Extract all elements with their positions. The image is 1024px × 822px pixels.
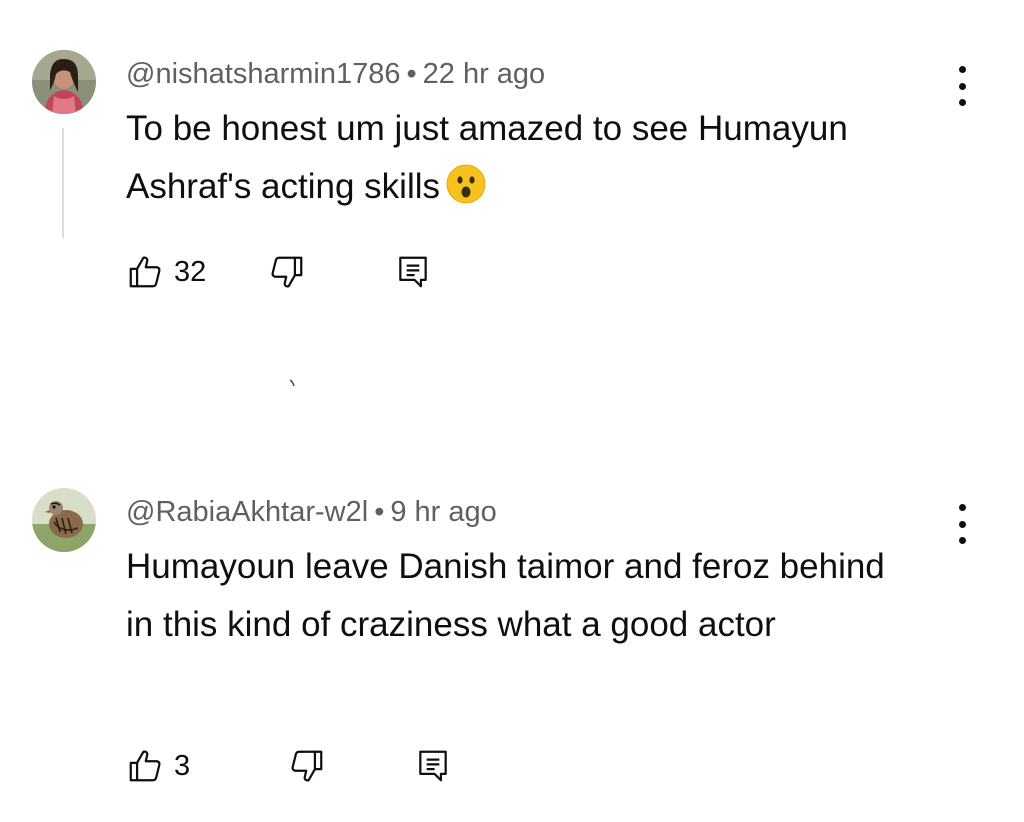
thumbs-up-icon	[129, 256, 161, 288]
like-button[interactable]: 3	[126, 747, 214, 785]
meta-separator: •	[374, 496, 385, 528]
comment-meta: @nishatsharmin1786 • 22 hr ago	[126, 54, 914, 94]
comment-author[interactable]: @RabiaAkhtar-w2l	[126, 496, 368, 528]
reply-comment-icon	[399, 256, 427, 288]
meta-separator: •	[406, 58, 417, 90]
like-button[interactable]: 32	[126, 253, 214, 291]
thumbs-down-icon	[291, 750, 323, 782]
like-count: 3	[174, 749, 191, 782]
avatar[interactable]	[32, 50, 96, 114]
comment-actions: 3	[126, 744, 452, 788]
comment-author[interactable]: @nishatsharmin1786	[126, 58, 400, 90]
comment-time[interactable]: 9 hr ago	[390, 496, 496, 528]
comment-time[interactable]: 22 hr ago	[423, 58, 546, 90]
comment-text-content: To be honest um just amazed to see Humay…	[126, 109, 848, 206]
reply-button[interactable]	[394, 253, 432, 291]
thumbs-down-icon	[271, 256, 303, 288]
comment-body: @RabiaAkhtar-w2l • 9 hr ago Humayoun leave…	[126, 492, 914, 654]
comment-item: @RabiaAkhtar-w2l • 9 hr ago Humayoun leave…	[0, 488, 1024, 808]
reply-comment-icon	[419, 750, 447, 782]
thumbs-up-icon	[129, 750, 161, 782]
divider-mark	[289, 379, 295, 387]
comment-actions: 32	[126, 250, 432, 294]
surprised-face-emoji-icon	[446, 164, 486, 222]
like-count: 32	[174, 255, 207, 288]
avatar[interactable]	[32, 488, 96, 552]
more-vertical-icon[interactable]	[950, 504, 974, 544]
comment-item: @nishatsharmin1786 • 22 hr ago To be hones…	[0, 50, 1024, 310]
reply-button[interactable]	[414, 747, 452, 785]
comment-body: @nishatsharmin1786 • 22 hr ago To be hones…	[126, 54, 914, 222]
more-vertical-icon[interactable]	[950, 66, 974, 106]
comment-meta: @RabiaAkhtar-w2l • 9 hr ago	[126, 492, 914, 532]
thread-line	[62, 128, 64, 238]
comment-text: Humayoun leave Danish taimor and feroz b…	[126, 547, 885, 644]
dislike-button[interactable]	[288, 747, 326, 785]
dislike-button[interactable]	[268, 253, 306, 291]
comment-text: To be honest um just amazed to see Humay…	[126, 100, 914, 222]
